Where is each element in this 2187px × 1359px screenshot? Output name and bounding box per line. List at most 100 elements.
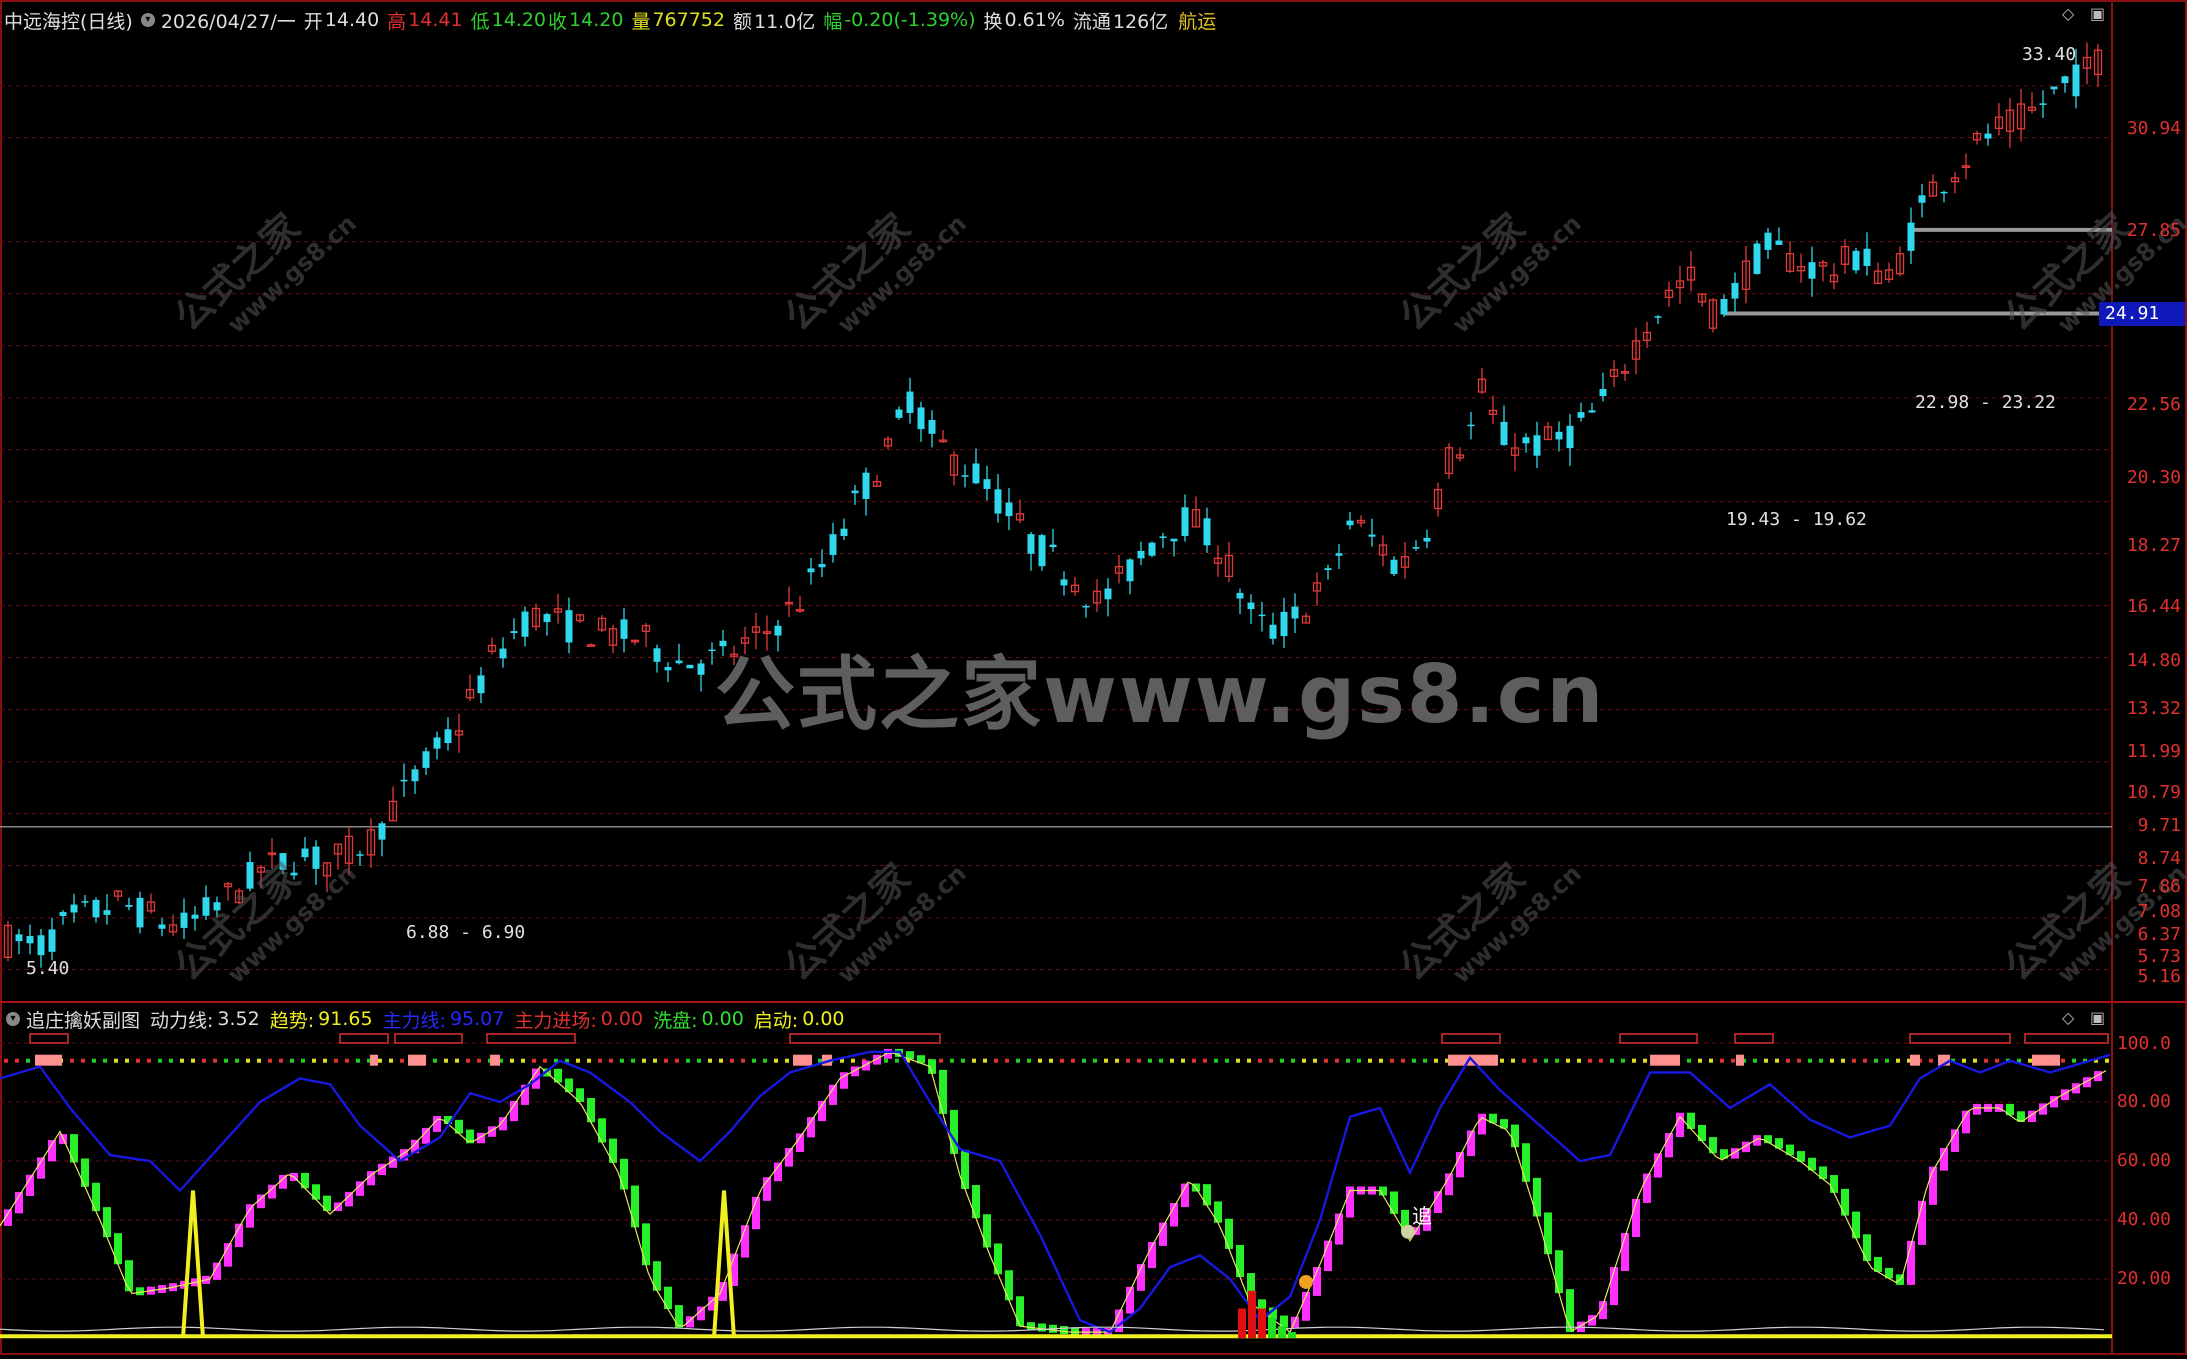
reference-dot [92, 1058, 96, 1063]
reference-dot [774, 1058, 778, 1063]
indicator-name[interactable]: 追庄擒妖副图 [26, 1006, 140, 1033]
price-axis-label: 13.32 [2126, 698, 2181, 719]
candle-body [81, 901, 89, 903]
candle-body [1577, 412, 1585, 418]
trend-bar [1005, 1270, 1013, 1301]
reference-dot [466, 1058, 470, 1063]
trend-bar [70, 1134, 78, 1163]
price-axis-label: 9.71 [2137, 815, 2181, 836]
reference-dot [158, 1058, 162, 1063]
reference-dot [1181, 1058, 1185, 1063]
reference-dot [961, 1058, 965, 1063]
price-axis-label: 5.73 [2137, 946, 2181, 967]
trend-bar [1918, 1200, 1926, 1245]
reference-dot [1434, 1058, 1438, 1063]
candle-body [1170, 538, 1178, 542]
reference-dot [1027, 1058, 1031, 1063]
candle-body [1258, 614, 1266, 617]
signal-block [35, 1054, 62, 1066]
diamond-icon[interactable]: ◇ [2062, 1008, 2074, 1027]
zone-label-1: 6.88 - 6.90 [406, 922, 526, 943]
trend-bar [1852, 1211, 1860, 1239]
reference-dot [2028, 1058, 2032, 1063]
reference-dot [1555, 1058, 1559, 1063]
reference-dot [279, 1058, 283, 1063]
reference-dot [1511, 1058, 1515, 1063]
reference-dot [378, 1058, 382, 1063]
candle-body [1984, 133, 1992, 139]
reference-dot [1038, 1058, 1042, 1063]
candle-body [433, 737, 441, 749]
reference-dot [1060, 1058, 1064, 1063]
reference-dot [587, 1058, 591, 1063]
reference-dot [345, 1058, 349, 1063]
reference-dot [1643, 1058, 1647, 1063]
reference-dot [1159, 1058, 1163, 1063]
window-icon[interactable]: ▣ [2090, 1008, 2105, 1027]
reference-dot [1588, 1058, 1592, 1063]
chevron-down-icon[interactable]: ▾ [140, 13, 155, 27]
candle-body [1181, 507, 1189, 536]
trend-bar [609, 1138, 617, 1163]
reference-dot [1863, 1058, 1867, 1063]
reference-dot [653, 1058, 657, 1063]
change-label: 幅 [823, 10, 843, 33]
candle-body [37, 935, 45, 956]
candle-body [1654, 316, 1662, 318]
reference-dot [81, 1058, 85, 1063]
stock-title[interactable]: 中远海控(日线) [4, 7, 133, 34]
candle-body [1753, 243, 1761, 274]
reference-dot [1687, 1058, 1691, 1063]
trend-bar [1236, 1244, 1244, 1278]
trend-bar [422, 1127, 430, 1144]
reference-dot [224, 1058, 228, 1063]
candle-body [1137, 550, 1145, 559]
reference-dot [620, 1058, 624, 1063]
trend-bar [785, 1148, 793, 1167]
chevron-down-icon[interactable]: ▾ [6, 1012, 20, 1026]
turnover-value: 0.61% [1004, 9, 1065, 31]
float-label: 流通 [1072, 10, 1111, 33]
reference-dot [169, 1058, 173, 1063]
reference-dot [1720, 1058, 1724, 1063]
reference-dot [1214, 1058, 1218, 1063]
change-value: -0.20(-1.39%) [844, 9, 976, 31]
main-line-label: 主力线: [382, 1009, 446, 1032]
reference-dot [1698, 1058, 1702, 1063]
signal-tag [1619, 1033, 1698, 1044]
candle-body [1148, 542, 1156, 556]
candle-body [1368, 534, 1376, 537]
reference-dot [609, 1058, 613, 1063]
reference-dot [1346, 1058, 1350, 1063]
diamond-icon[interactable]: ◇ [2062, 4, 2074, 23]
candle-body [565, 610, 573, 643]
candle-body [807, 568, 815, 573]
reference-dot [1192, 1058, 1196, 1063]
signal-tag [1734, 1033, 1774, 1044]
reference-dot [257, 1058, 261, 1063]
volume-value: 767752 [652, 9, 725, 31]
reference-dot [1258, 1058, 1262, 1063]
candle-body [1049, 544, 1057, 548]
reference-dot [1148, 1058, 1152, 1063]
window-icon[interactable]: ▣ [2090, 4, 2105, 23]
sector-link[interactable]: 航运 [1178, 7, 1216, 34]
reference-dot [1203, 1058, 1207, 1063]
candle-body [1423, 537, 1431, 542]
reference-dot [741, 1058, 745, 1063]
candle-body [1390, 559, 1398, 575]
reference-dot [1093, 1058, 1097, 1063]
reference-dot [543, 1058, 547, 1063]
reference-dot [510, 1058, 514, 1063]
wash-bar [1268, 1317, 1276, 1338]
peak-price-label: 33.40 [2022, 44, 2077, 65]
candle-body [1335, 553, 1343, 556]
candle-body [2039, 103, 2047, 105]
reference-dot [2105, 1058, 2109, 1063]
candle-body [521, 611, 529, 637]
candle-body [543, 614, 551, 623]
reference-dot [1225, 1058, 1229, 1063]
enter-bar [1238, 1308, 1246, 1338]
price-axis-label: 22.56 [2126, 394, 2181, 415]
open-label: 开 [303, 10, 323, 33]
